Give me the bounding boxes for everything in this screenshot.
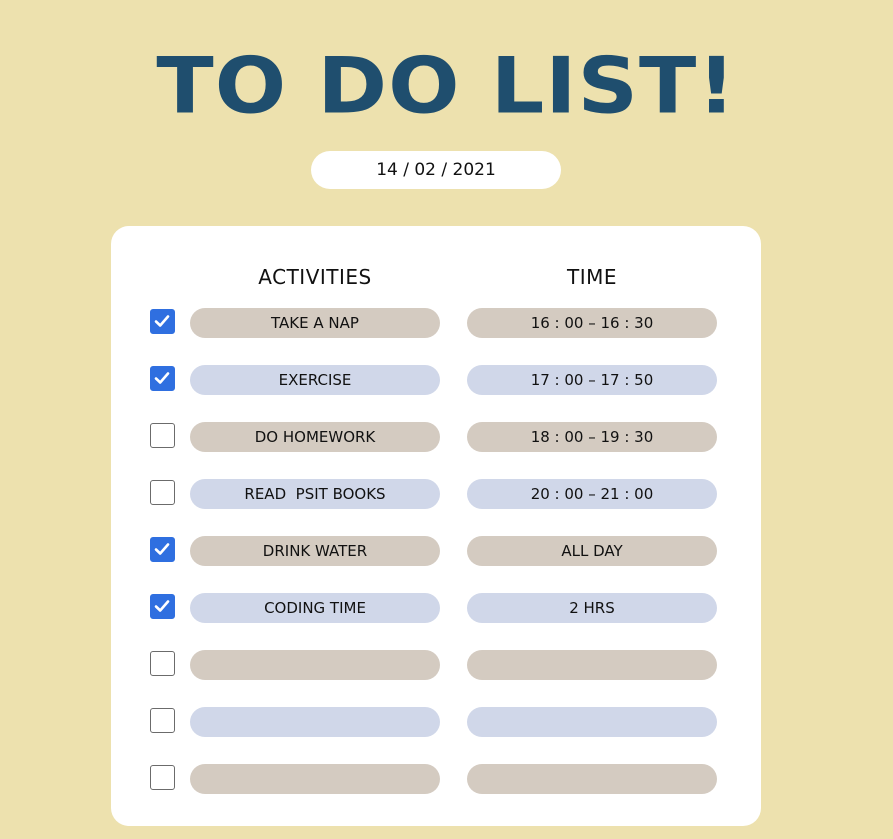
time-field[interactable]: 2 HRS xyxy=(467,593,717,623)
time-field[interactable] xyxy=(467,650,717,680)
time-field[interactable] xyxy=(467,707,717,737)
todo-page: TO DO LIST! 14 / 02 / 2021 ACTIVITIES TI… xyxy=(0,0,893,839)
activity-field[interactable]: READ PSIT BOOKS xyxy=(190,479,440,509)
row-checkbox[interactable] xyxy=(150,309,175,334)
activity-field[interactable]: EXERCISE xyxy=(190,365,440,395)
time-field[interactable]: 20 : 00 – 21 : 00 xyxy=(467,479,717,509)
activity-field[interactable] xyxy=(190,650,440,680)
activity-field[interactable]: DRINK WATER xyxy=(190,536,440,566)
activity-field[interactable]: TAKE A NAP xyxy=(190,308,440,338)
row-checkbox[interactable] xyxy=(150,480,175,505)
activity-field[interactable]: CODING TIME xyxy=(190,593,440,623)
page-title: TO DO LIST! xyxy=(156,40,737,132)
date-field[interactable]: 14 / 02 / 2021 xyxy=(311,151,561,189)
activity-field[interactable]: DO HOMEWORK xyxy=(190,422,440,452)
row-checkbox[interactable] xyxy=(150,651,175,676)
checkmark-icon xyxy=(154,543,170,555)
row-checkbox[interactable] xyxy=(150,594,175,619)
row-checkbox[interactable] xyxy=(150,423,175,448)
activity-field[interactable] xyxy=(190,764,440,794)
activity-field[interactable] xyxy=(190,707,440,737)
time-header: TIME xyxy=(566,265,617,289)
row-checkbox[interactable] xyxy=(150,708,175,733)
time-field[interactable]: 16 : 00 – 16 : 30 xyxy=(467,308,717,338)
checkmark-icon xyxy=(154,315,170,327)
time-field[interactable]: 17 : 00 – 17 : 50 xyxy=(467,365,717,395)
time-field[interactable]: ALL DAY xyxy=(467,536,717,566)
row-checkbox[interactable] xyxy=(150,366,175,391)
time-field[interactable] xyxy=(467,764,717,794)
row-checkbox[interactable] xyxy=(150,765,175,790)
checkmark-icon xyxy=(154,600,170,612)
row-checkbox[interactable] xyxy=(150,537,175,562)
checkmark-icon xyxy=(154,372,170,384)
activities-header: ACTIVITIES xyxy=(258,265,372,289)
time-field[interactable]: 18 : 00 – 19 : 30 xyxy=(467,422,717,452)
